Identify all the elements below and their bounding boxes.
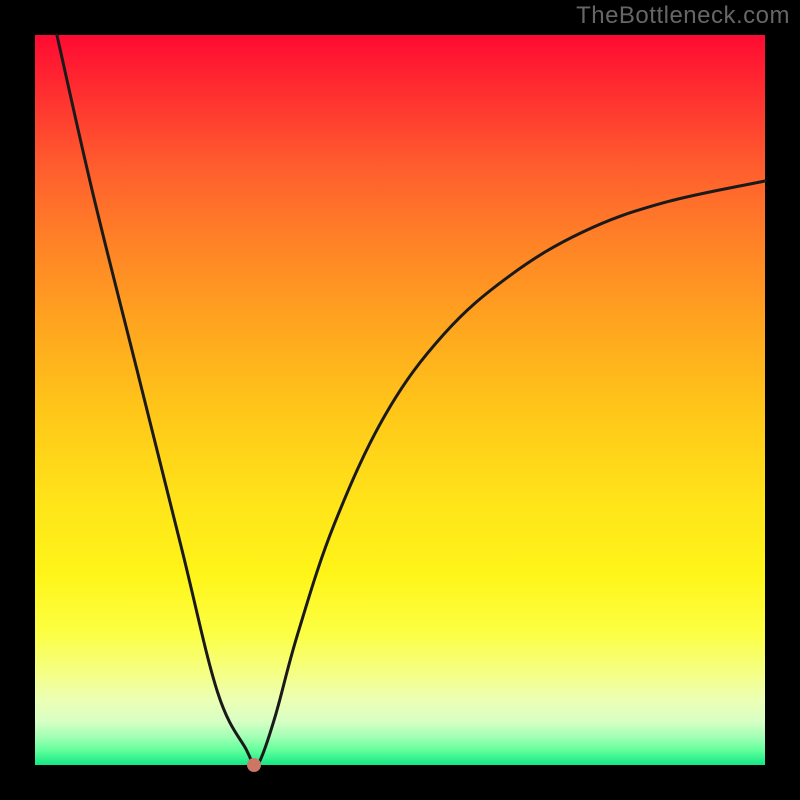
curve-svg [35, 35, 765, 765]
bottleneck-curve [57, 35, 765, 766]
min-point-dot [247, 758, 261, 772]
watermark-text: TheBottleneck.com [576, 2, 790, 30]
plot-area [35, 35, 765, 765]
chart-frame: TheBottleneck.com [0, 0, 800, 800]
